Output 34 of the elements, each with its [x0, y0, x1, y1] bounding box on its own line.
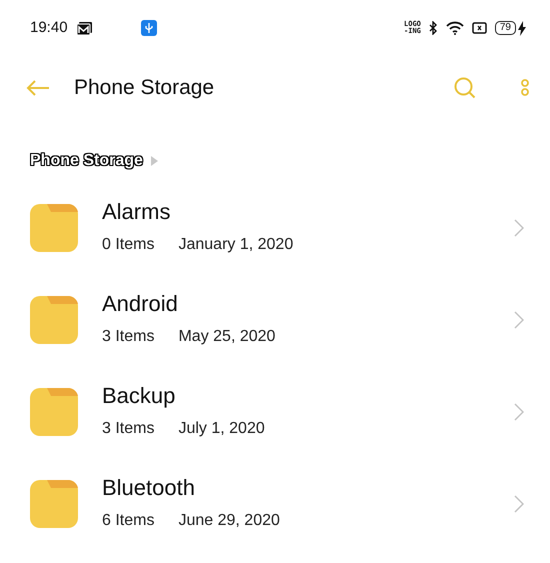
- search-icon[interactable]: [454, 77, 476, 99]
- item-count: 6 Items: [102, 511, 154, 531]
- modified-date: July 1, 2020: [178, 419, 265, 439]
- folder-name[interactable]: Backup: [102, 383, 514, 409]
- folder-name[interactable]: Android: [102, 291, 514, 317]
- item-count: 3 Items: [102, 419, 154, 439]
- sim-icon: [472, 22, 487, 34]
- bluetooth-icon: [428, 21, 438, 35]
- folder-name[interactable]: Bluetooth: [102, 475, 514, 501]
- modified-date: May 25, 2020: [178, 327, 276, 347]
- battery-level: 79: [494, 21, 516, 35]
- folder-icon: [30, 204, 78, 252]
- charging-icon: [518, 20, 526, 36]
- chevron-right-icon: [514, 495, 524, 513]
- folder-icon: [30, 388, 78, 436]
- chevron-right-icon: [514, 311, 524, 329]
- chevron-right-icon: [514, 403, 524, 421]
- folder-icon: [30, 480, 78, 528]
- modified-date: June 29, 2020: [178, 511, 280, 531]
- toolbar-title: Phone Storage: [74, 75, 214, 102]
- wifi-icon: [446, 21, 464, 35]
- folder-icon: [30, 296, 78, 344]
- breadcrumb-item[interactable]: Phone Storage: [30, 149, 143, 173]
- item-count: 3 Items: [102, 327, 154, 347]
- folder-name[interactable]: Alarms: [102, 199, 514, 225]
- chevron-right-icon: [514, 219, 524, 237]
- breadcrumb-arrow-icon: [150, 156, 158, 166]
- status-time: 19:40: [30, 18, 68, 38]
- modified-date: January 1, 2020: [178, 235, 294, 255]
- more-options-icon[interactable]: [520, 79, 530, 97]
- item-count: 0 Items: [102, 235, 154, 255]
- back-arrow-icon[interactable]: [26, 80, 50, 96]
- usb-icon: [140, 20, 157, 36]
- mail-icon: [76, 20, 93, 36]
